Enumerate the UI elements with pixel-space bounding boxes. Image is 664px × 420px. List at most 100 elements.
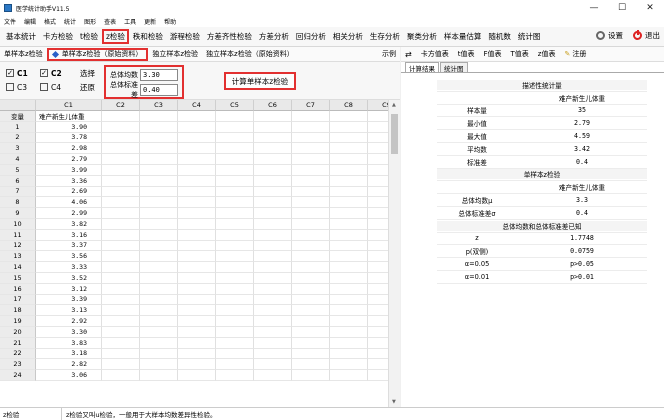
- grid-cell[interactable]: [330, 326, 368, 338]
- grid-cell[interactable]: [368, 143, 388, 155]
- grid-cell[interactable]: [178, 143, 216, 155]
- grid-cell[interactable]: [292, 326, 330, 338]
- grid-cell[interactable]: [292, 370, 330, 381]
- grid-cell[interactable]: [216, 316, 254, 327]
- tab-random-number[interactable]: 随机数: [485, 29, 514, 44]
- tab-chart[interactable]: 统计图: [515, 29, 544, 44]
- grid-cell[interactable]: [178, 175, 216, 187]
- menu-file[interactable]: 文件: [4, 17, 16, 26]
- grid-cell[interactable]: [178, 154, 216, 165]
- scroll-down-icon[interactable]: ▼: [392, 399, 398, 405]
- grid-cell[interactable]: [140, 370, 178, 381]
- grid-cell[interactable]: [254, 348, 292, 360]
- grid-cell[interactable]: [102, 305, 140, 317]
- grid-cell[interactable]: [102, 154, 140, 165]
- grid-cell[interactable]: [102, 132, 140, 144]
- grid-cell[interactable]: [330, 121, 368, 133]
- grid-cell[interactable]: [368, 208, 388, 219]
- grid-cell[interactable]: [330, 240, 368, 252]
- grid-cell[interactable]: [178, 132, 216, 144]
- row-header[interactable]: 2: [0, 132, 36, 144]
- data-cell[interactable]: 3.06: [36, 370, 102, 381]
- grid-cell[interactable]: [292, 316, 330, 327]
- calculate-button[interactable]: 计算单样本z检验: [224, 72, 296, 90]
- grid-cell[interactable]: [102, 359, 140, 371]
- grid-cell[interactable]: [254, 370, 292, 381]
- grid-cell[interactable]: [254, 111, 292, 122]
- grid-cell[interactable]: [292, 197, 330, 209]
- tab-basic-stats[interactable]: 基本统计: [3, 29, 39, 44]
- row-header[interactable]: 10: [0, 218, 36, 230]
- grid-cell[interactable]: [216, 305, 254, 317]
- grid-cell[interactable]: [292, 208, 330, 219]
- grid-cell[interactable]: [368, 262, 388, 273]
- grid-cell[interactable]: [330, 251, 368, 263]
- tab-runs-test[interactable]: 游程检验: [167, 29, 203, 44]
- row-header[interactable]: 4: [0, 154, 36, 165]
- grid-cell[interactable]: [292, 283, 330, 295]
- grid-cell[interactable]: [292, 132, 330, 144]
- grid-cell[interactable]: [178, 348, 216, 360]
- column-header[interactable]: C8: [330, 100, 368, 111]
- grid-cell[interactable]: [254, 132, 292, 144]
- data-cell[interactable]: 3.83: [36, 337, 102, 349]
- data-cell[interactable]: 3.13: [36, 305, 102, 317]
- grid-cell[interactable]: [368, 230, 388, 241]
- grid-cell[interactable]: [140, 348, 178, 360]
- grid-cell[interactable]: [292, 240, 330, 252]
- menu-stats[interactable]: 统计: [64, 17, 76, 26]
- grid-cell[interactable]: [178, 240, 216, 252]
- grid-cell[interactable]: [254, 337, 292, 349]
- grid-cell[interactable]: [292, 154, 330, 165]
- checkbox-c1[interactable]: ✓ C1: [6, 69, 40, 78]
- swap-icon[interactable]: ⇄: [405, 50, 412, 59]
- grid-cell[interactable]: [216, 143, 254, 155]
- row-header[interactable]: 1: [0, 121, 36, 133]
- checkbox-c3[interactable]: C3: [6, 83, 40, 92]
- grid-cell[interactable]: [140, 272, 178, 284]
- grid-cell[interactable]: [292, 121, 330, 133]
- tab-variance-homogeneity[interactable]: 方差齐性检验: [204, 29, 255, 44]
- grid-cell[interactable]: [254, 208, 292, 219]
- row-header[interactable]: 15: [0, 272, 36, 284]
- exit-button[interactable]: 退出: [633, 30, 660, 41]
- grid-cell[interactable]: [368, 133, 388, 144]
- grid-cell[interactable]: [178, 229, 216, 241]
- grid-cell[interactable]: [216, 186, 254, 198]
- grid-cell[interactable]: [330, 132, 368, 144]
- grid-cell[interactable]: [330, 305, 368, 317]
- row-header[interactable]: 6: [0, 175, 36, 187]
- grid-cell[interactable]: [216, 262, 254, 273]
- tab-z-test[interactable]: z检验: [101, 29, 129, 44]
- grid-cell[interactable]: [254, 164, 292, 176]
- grid-cell[interactable]: [254, 305, 292, 317]
- menu-lookup[interactable]: 查表: [104, 17, 116, 26]
- grid-cell[interactable]: [330, 294, 368, 306]
- grid-cell[interactable]: [140, 175, 178, 187]
- grid-cell[interactable]: [216, 359, 254, 371]
- column-header[interactable]: C2: [102, 100, 140, 111]
- tab-correlation[interactable]: 相关分析: [330, 29, 366, 44]
- row-header[interactable]: 18: [0, 305, 36, 317]
- data-cell[interactable]: 3.12: [36, 283, 102, 295]
- grid-cell[interactable]: [178, 251, 216, 263]
- grid-cell[interactable]: [216, 326, 254, 338]
- grid-cell[interactable]: [368, 219, 388, 230]
- row-header[interactable]: 16: [0, 283, 36, 295]
- tab-chi-square[interactable]: 卡方检验: [40, 29, 76, 44]
- grid-cell[interactable]: [178, 111, 216, 122]
- register-button[interactable]: ✎ 注册: [564, 49, 586, 59]
- grid-cell[interactable]: [178, 197, 216, 209]
- grid-cell[interactable]: [140, 251, 178, 263]
- grid-cell[interactable]: [102, 337, 140, 349]
- row-header-variable[interactable]: 变量: [0, 111, 36, 122]
- tab-t-test[interactable]: t检验: [77, 29, 101, 44]
- grid-cell[interactable]: [368, 316, 388, 327]
- grid-cell[interactable]: [254, 283, 292, 295]
- grid-cell[interactable]: [368, 197, 388, 209]
- grid-cell[interactable]: [216, 251, 254, 263]
- grid-cell[interactable]: [216, 272, 254, 284]
- grid-cell[interactable]: [102, 370, 140, 381]
- data-cell[interactable]: 2.82: [36, 359, 102, 371]
- grid-cell[interactable]: [368, 305, 388, 317]
